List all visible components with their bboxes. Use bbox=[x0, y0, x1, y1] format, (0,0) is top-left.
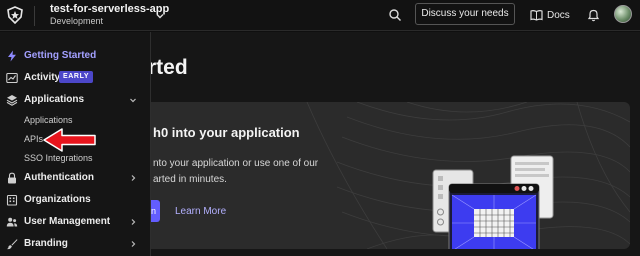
sidebar-item-activity[interactable]: Activity EARLY bbox=[0, 68, 150, 88]
page-title: rted bbox=[148, 56, 188, 79]
bell-icon[interactable] bbox=[587, 8, 600, 22]
tenant-name[interactable]: test-for-serverless-app bbox=[50, 3, 169, 15]
sidebar-label-user-management: User Management bbox=[24, 216, 111, 227]
red-annotation-arrow-icon bbox=[43, 128, 96, 152]
chevron-right-icon bbox=[131, 241, 136, 247]
card-description-line-1: nto your application or use one of our bbox=[153, 158, 319, 169]
application-illustration bbox=[432, 155, 554, 249]
sidebar-item-branding[interactable]: Branding bbox=[0, 234, 150, 254]
search-icon[interactable] bbox=[388, 8, 402, 22]
top-bar: test-for-serverless-app Development Disc… bbox=[0, 0, 640, 31]
sidebar-subitem-apis[interactable]: APIs bbox=[24, 134, 43, 144]
integrate-card: h0 into your application nto your applic… bbox=[107, 102, 630, 249]
chevron-right-icon bbox=[131, 219, 136, 225]
early-badge: EARLY bbox=[59, 71, 94, 83]
card-title: h0 into your application bbox=[153, 125, 300, 140]
sidebar-label-organizations: Organizations bbox=[24, 194, 91, 205]
lightning-icon bbox=[8, 50, 16, 62]
sidebar-item-authentication[interactable]: Authentication bbox=[0, 168, 150, 188]
learn-more-link[interactable]: Learn More bbox=[175, 206, 226, 217]
sidebar-label-activity: Activity bbox=[24, 72, 61, 83]
sidebar-item-getting-started[interactable]: Getting Started bbox=[0, 46, 150, 66]
sidebar-item-user-management[interactable]: User Management bbox=[0, 212, 150, 232]
card-description-line-2: arted in minutes. bbox=[153, 174, 227, 185]
users-icon bbox=[6, 217, 18, 227]
lock-icon bbox=[8, 172, 16, 184]
auth0-logo-icon[interactable] bbox=[6, 6, 24, 24]
sidebar-label-applications: Applications bbox=[24, 94, 85, 105]
sidebar-item-organizations[interactable]: Organizations bbox=[0, 190, 150, 210]
discuss-your-needs-button[interactable]: Discuss your needs bbox=[415, 3, 515, 25]
activity-chart-icon bbox=[6, 72, 18, 84]
paintbrush-icon bbox=[6, 239, 18, 250]
topbar-divider bbox=[34, 6, 35, 26]
docs-link[interactable]: Docs bbox=[530, 8, 570, 22]
chevron-down-icon[interactable] bbox=[154, 10, 166, 22]
sidebar-subitem-applications[interactable]: Applications bbox=[24, 115, 73, 125]
sidebar-label-authentication: Authentication bbox=[24, 172, 94, 183]
layers-icon bbox=[6, 95, 18, 106]
docs-label: Docs bbox=[547, 9, 570, 21]
tenant-environment[interactable]: Development bbox=[50, 16, 103, 26]
user-avatar[interactable] bbox=[614, 5, 632, 23]
sidebar-item-applications[interactable]: Applications bbox=[0, 90, 150, 110]
sidebar-label-getting-started: Getting Started bbox=[24, 50, 97, 61]
sidebar-label-branding: Branding bbox=[24, 238, 68, 249]
book-icon bbox=[530, 10, 543, 21]
chevron-right-icon bbox=[131, 175, 136, 181]
chevron-down-icon bbox=[130, 98, 136, 103]
building-icon bbox=[6, 194, 18, 206]
